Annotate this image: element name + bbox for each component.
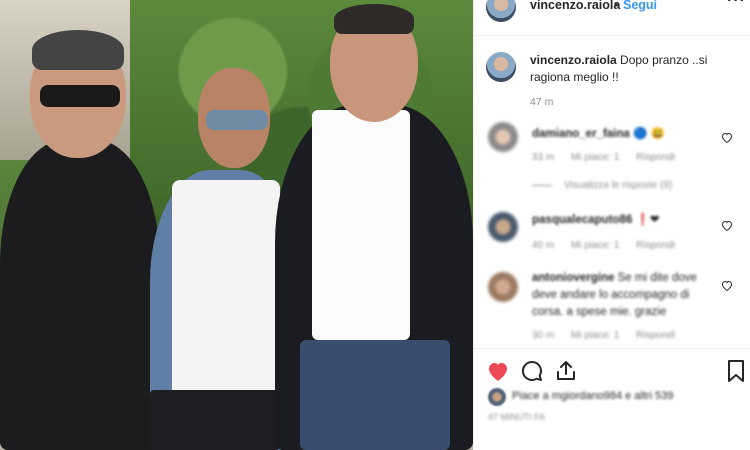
post-caption: vincenzo.raiola Dopo pranzo ..si ragiona… [530, 52, 740, 86]
follow-button[interactable]: Segui [623, 0, 657, 12]
comment-avatar[interactable] [488, 212, 518, 242]
comment-username[interactable]: antoniovergine [532, 272, 614, 284]
post-side-panel: vincenzo.raiola • Segui ··· vincenzo.rai… [473, 0, 750, 450]
comment-body: damiano_er_faina 🔵 😃 [532, 126, 712, 143]
share-icon[interactable] [554, 359, 578, 383]
comment-like-heart-icon[interactable] [721, 132, 733, 143]
bookmark-icon[interactable] [724, 359, 748, 383]
person-left-sunglasses [40, 85, 120, 107]
header-separator: • [614, 0, 619, 12]
comment-like-heart-icon[interactable] [721, 280, 733, 291]
more-options-icon[interactable]: ··· [727, 0, 746, 10]
comment-meta: 40 m Mi piace: 1 Rispondi [532, 240, 689, 251]
person-right-hair [334, 4, 414, 34]
person-center-pants [150, 390, 280, 450]
comment-avatar[interactable] [488, 122, 518, 152]
caption-timestamp: 47 m [530, 96, 554, 108]
comment-meta: 30 m Mi piace: 1 Rispondi [532, 330, 689, 341]
comment-avatar[interactable] [488, 272, 518, 302]
post-photo[interactable] [0, 0, 473, 450]
person-right-shirt [312, 110, 410, 340]
caption-username[interactable]: vincenzo.raiola [530, 53, 617, 67]
comment-username[interactable]: pasqualecaputo86 [532, 214, 632, 226]
comment-time: 40 m [532, 240, 555, 251]
comment-time: 33 m [532, 152, 555, 163]
likes-text[interactable]: Piace a mgiordano984 e altri 539 [512, 390, 673, 402]
post-header: vincenzo.raiola • Segui ··· [474, 0, 750, 36]
comment-like-heart-icon[interactable] [721, 220, 733, 231]
comment-bubble-icon[interactable] [520, 359, 544, 383]
person-center-shirt [172, 180, 280, 400]
comment-time: 30 m [532, 330, 555, 341]
post-timestamp: 47 MINUTI FA [488, 412, 546, 422]
person-right-pants [300, 340, 450, 450]
view-replies-button[interactable]: Visualizza le risposte (9) [532, 180, 672, 191]
person-left-hair [32, 30, 124, 70]
comment-reply-button[interactable]: Rispondi [636, 240, 675, 251]
comment-username[interactable]: damiano_er_faina [532, 128, 630, 140]
comment-meta: 33 m Mi piace: 1 Rispondi [532, 152, 689, 163]
comment-likes[interactable]: Mi piace: 1 [571, 152, 619, 163]
comment-reply-button[interactable]: Rispondi [636, 330, 675, 341]
person-left-body [0, 140, 160, 450]
comment-body: antoniovergine Se mi dite dove deve anda… [532, 270, 712, 321]
likes-summary[interactable]: Piace a mgiordano984 e altri 539 [488, 388, 738, 406]
author-avatar[interactable] [486, 0, 516, 22]
comment-emoji: 🔵 😃 [633, 128, 665, 140]
comment-reply-button[interactable]: Rispondi [636, 152, 675, 163]
comment-body: pasqualecaputo86 ❗❤ [532, 212, 712, 229]
comment-likes[interactable]: Mi piace: 1 [571, 240, 619, 251]
comment-emoji: ❗❤ [635, 214, 660, 226]
replies-divider-line [532, 184, 552, 186]
post-action-bar [474, 348, 750, 388]
like-heart-icon[interactable] [486, 359, 510, 383]
author-username[interactable]: vincenzo.raiola [530, 0, 620, 12]
person-center-sunglasses [206, 110, 268, 130]
liker-avatar [488, 388, 506, 406]
caption-author-avatar[interactable] [486, 52, 516, 82]
comment-likes[interactable]: Mi piace: 1 [571, 330, 619, 341]
